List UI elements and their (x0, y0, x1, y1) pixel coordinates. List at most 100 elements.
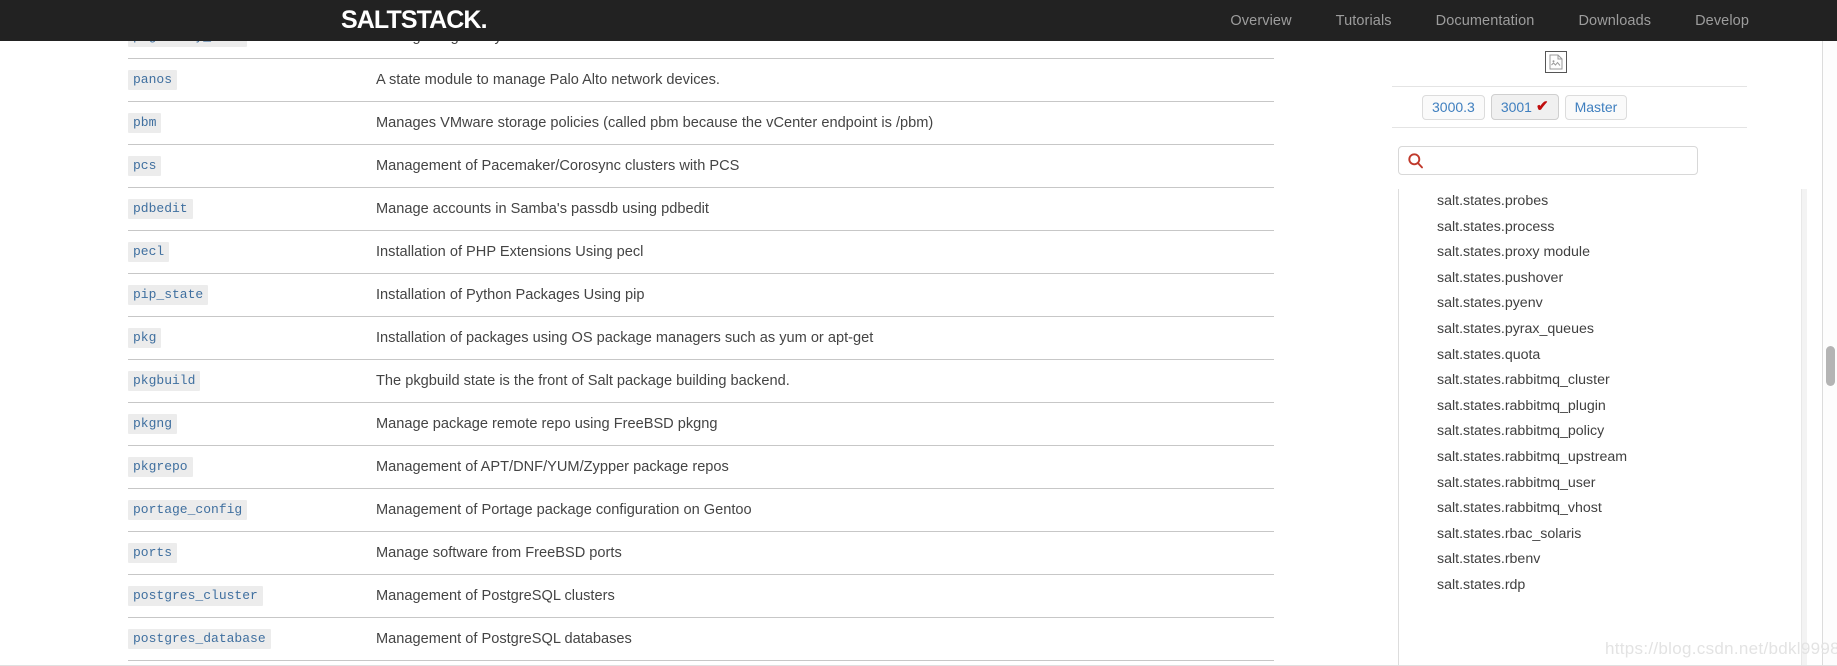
list-item: salt.states.rbac_solaris (1399, 522, 1798, 548)
table-row: panos A state module to manage Palo Alto… (128, 58, 1274, 102)
module-link[interactable]: portage_config (128, 500, 248, 520)
modules-table: pagerduty_user Manage PagerDuty users. p… (128, 41, 1274, 666)
table-cell-description: Installation of PHP Extensions Using pec… (352, 230, 1274, 274)
list-item: salt.states.quota (1399, 343, 1798, 369)
list-item: salt.states.rbenv (1399, 547, 1798, 573)
sidebar-scroll-track[interactable] (1801, 189, 1807, 666)
list-item: salt.states.rabbitmq_upstream (1399, 445, 1798, 471)
version-button-3001[interactable]: 3001 ✔ (1490, 94, 1559, 120)
list-item: salt.states.proxy module (1399, 240, 1798, 266)
sidebar-search (1398, 146, 1698, 175)
sidebar-item-rabbitmq-upstream[interactable]: salt.states.rabbitmq_upstream (1399, 445, 1798, 471)
module-link[interactable]: pagerduty_user (128, 41, 248, 47)
version-label: 3000.3 (1432, 98, 1475, 115)
table-cell-description: Installation of packages using OS packag… (352, 316, 1274, 360)
sidebar-item-rbac-solaris[interactable]: salt.states.rbac_solaris (1399, 522, 1798, 548)
sidebar-inner: 3000.3 3001 ✔ Master salt.states.probes … (1392, 41, 1807, 666)
version-label: 3001 (1500, 98, 1532, 115)
table-cell-name: ports (128, 531, 352, 575)
table-cell-name: pkg (128, 316, 352, 360)
sidebar-item-pushover[interactable]: salt.states.pushover (1399, 266, 1798, 292)
table-row: pcs Management of Pacemaker/Corosync clu… (128, 144, 1274, 188)
module-link[interactable]: pkgng (128, 414, 178, 434)
search-box[interactable] (1398, 146, 1698, 175)
list-item: salt.states.pyrax_queues (1399, 317, 1798, 343)
module-link[interactable]: pecl (128, 242, 170, 262)
module-link[interactable]: pkg (128, 328, 162, 348)
table-cell-name: postgres_cluster (128, 574, 352, 618)
table-row: postgres_database Management of PostgreS… (128, 617, 1274, 661)
sidebar-item-probes[interactable]: salt.states.probes (1399, 189, 1798, 215)
table-cell-description: Manage software from FreeBSD ports (352, 531, 1274, 575)
sidebar-item-rabbitmq-vhost[interactable]: salt.states.rabbitmq_vhost (1399, 496, 1798, 522)
table-row: pkg Installation of packages using OS pa… (128, 316, 1274, 360)
table-cell-name: pip_state (128, 273, 352, 317)
sidebar-item-rbenv[interactable]: salt.states.rbenv (1399, 547, 1798, 573)
version-switcher: 3000.3 3001 ✔ Master (1392, 86, 1747, 128)
sidebar-item-pyenv[interactable]: salt.states.pyenv (1399, 291, 1798, 317)
main-content: pagerduty_user Manage PagerDuty users. p… (0, 41, 1392, 666)
right-sidebar: 3000.3 3001 ✔ Master salt.states.probes … (1392, 41, 1822, 666)
module-link[interactable]: pbm (128, 113, 162, 133)
list-item: salt.states.rdp (1399, 573, 1798, 599)
sidebar-item-rabbitmq-user[interactable]: salt.states.rabbitmq_user (1399, 471, 1798, 497)
search-input[interactable] (1429, 148, 1687, 173)
sidebar-item-pyrax-queues[interactable]: salt.states.pyrax_queues (1399, 317, 1798, 343)
module-link[interactable]: panos (128, 70, 178, 90)
table-cell-name: portage_config (128, 488, 352, 532)
nav-link-documentation[interactable]: Documentation (1436, 13, 1535, 29)
sidebar-item-rdp[interactable]: salt.states.rdp (1399, 573, 1798, 599)
table-row: pip_state Installation of Python Package… (128, 273, 1274, 317)
nav-link-downloads[interactable]: Downloads (1578, 13, 1651, 29)
sidebar-item-proxy-module[interactable]: salt.states.proxy module (1399, 240, 1798, 266)
table-cell-name: postgres_database (128, 617, 352, 661)
sidebar-nav-items: salt.states.probes salt.states.process s… (1399, 189, 1798, 599)
table-cell-name: pagerduty_user (128, 41, 352, 59)
module-link[interactable]: pcs (128, 156, 162, 176)
table-cell-description: Management of PostgreSQL clusters (352, 574, 1274, 618)
table-cell-description: Manage package remote repo using FreeBSD… (352, 402, 1274, 446)
module-link[interactable]: pkgrepo (128, 457, 193, 477)
sidebar-item-process[interactable]: salt.states.process (1399, 215, 1798, 241)
table-row: ports Manage software from FreeBSD ports (128, 531, 1274, 575)
module-link[interactable]: postgres_cluster (128, 586, 263, 606)
list-item: salt.states.process (1399, 215, 1798, 241)
table-cell-name: panos (128, 58, 352, 102)
table-cell-name: pdbedit (128, 187, 352, 231)
nav-link-overview[interactable]: Overview (1230, 13, 1291, 29)
module-link[interactable]: postgres_database (128, 629, 271, 649)
table-cell-name: pkgng (128, 402, 352, 446)
version-button-master[interactable]: Master (1564, 94, 1628, 120)
table-row: portage_config Management of Portage pac… (128, 488, 1274, 532)
table-row: pagerduty_user Manage PagerDuty users. (128, 41, 1274, 59)
page-scrollbar-thumb[interactable] (1826, 346, 1835, 386)
sidebar-nav-list: salt.states.probes salt.states.process s… (1398, 189, 1798, 666)
table-cell-description: Management of PostgreSQL databases (352, 617, 1274, 661)
table-cell-description: A state module to manage Palo Alto netwo… (352, 58, 1274, 102)
table-row: pkgbuild The pkgbuild state is the front… (128, 359, 1274, 403)
list-item: salt.states.rabbitmq_vhost (1399, 496, 1798, 522)
sidebar-item-quota[interactable]: salt.states.quota (1399, 343, 1798, 369)
broken-image-icon (1545, 51, 1567, 73)
list-item: salt.states.pushover (1399, 266, 1798, 292)
modules-table-body: pagerduty_user Manage PagerDuty users. p… (128, 41, 1274, 666)
sidebar-item-rabbitmq-plugin[interactable]: salt.states.rabbitmq_plugin (1399, 394, 1798, 420)
search-icon (1407, 152, 1425, 170)
module-link[interactable]: ports (128, 543, 178, 563)
list-item: salt.states.rabbitmq_user (1399, 471, 1798, 497)
table-cell-description: Manage PagerDuty users. (352, 41, 1274, 59)
page-scrollbar[interactable] (1822, 41, 1837, 666)
module-link[interactable]: pkgbuild (128, 371, 201, 391)
table-cell-description: Management of Pacemaker/Corosync cluster… (352, 144, 1274, 188)
table-cell-name: pecl (128, 230, 352, 274)
list-item: salt.states.rabbitmq_cluster (1399, 368, 1798, 394)
sidebar-item-rabbitmq-cluster[interactable]: salt.states.rabbitmq_cluster (1399, 368, 1798, 394)
sidebar-item-rabbitmq-policy[interactable]: salt.states.rabbitmq_policy (1399, 419, 1798, 445)
nav-link-develop[interactable]: Develop (1695, 13, 1749, 29)
version-button-3000-3[interactable]: 3000.3 (1422, 94, 1485, 120)
saltstack-logo[interactable]: SALTSTACK. (341, 8, 488, 33)
module-link[interactable]: pip_state (128, 285, 209, 305)
module-link[interactable]: pdbedit (128, 199, 193, 219)
nav-link-tutorials[interactable]: Tutorials (1336, 13, 1392, 29)
table-cell-description: Manages VMware storage policies (called … (352, 101, 1274, 145)
